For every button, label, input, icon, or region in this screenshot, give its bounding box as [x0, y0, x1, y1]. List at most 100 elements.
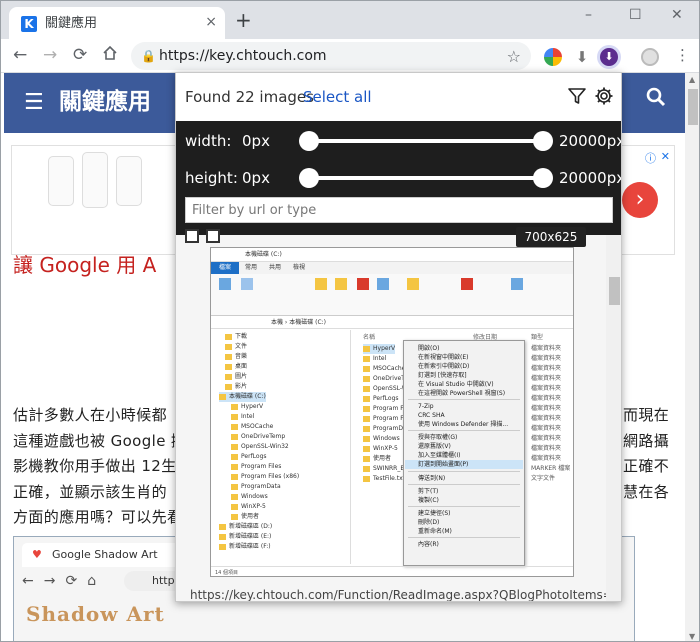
new-folder-icon	[407, 278, 419, 290]
size-filter-controls: width: 0px 20000px height: 0px 20000px	[176, 121, 621, 235]
context-menu-item: 授與存取權(G)	[418, 434, 458, 441]
ad-info-icon[interactable]: ⓘ	[645, 150, 656, 166]
menu-kebab-icon[interactable]: ⋮	[675, 45, 690, 65]
tab-close-icon[interactable]: ×	[205, 14, 217, 30]
tree-item: ProgramData	[231, 482, 281, 492]
filter-icon[interactable]	[567, 86, 587, 110]
scroll-up-icon[interactable]: ▲	[689, 75, 695, 84]
tree-item: 圖片	[225, 372, 247, 382]
context-menu-item: 釘選到開始畫面(P)	[405, 460, 523, 469]
file-type: 檔案資料夾	[531, 405, 562, 412]
back-icon[interactable]: ←	[13, 45, 27, 65]
hamburger-menu-icon[interactable]: ☰	[24, 91, 44, 115]
context-menu-item: 傳送到(N)	[418, 475, 446, 482]
site-title[interactable]: 關鍵應用	[59, 87, 151, 117]
popup-scroll-thumb[interactable]	[609, 277, 620, 305]
tree-item: OneDriveTemp	[231, 432, 285, 442]
paragraph-line: 正確不	[623, 457, 670, 475]
context-menu-item: 在 Visual Studio 中開啟(V)	[418, 381, 494, 388]
ad-close-icon[interactable]: ✕	[661, 150, 670, 163]
file-row: Intel	[363, 354, 386, 364]
embedded-nav-icons: ←→⟳⌂	[22, 573, 107, 589]
image-checkbox[interactable]	[206, 229, 220, 243]
context-menu-item: 內容(R)	[418, 541, 439, 548]
url-filter-input[interactable]	[185, 197, 613, 223]
search-icon[interactable]	[646, 87, 666, 112]
file-row: WinXP-5	[363, 444, 398, 454]
ad-arrow-button[interactable]: ›	[622, 182, 658, 218]
context-menu-item: 剪下(T)	[418, 488, 439, 495]
image-downloader-extension-icon[interactable]: ⬇	[600, 48, 618, 66]
tree-item: 新增磁碟區 (E:)	[219, 532, 271, 542]
file-type: 檔案資料夾	[531, 425, 562, 432]
download-icon[interactable]: ⬇	[573, 48, 591, 66]
browser-tab[interactable]: K 關鍵應用 ×	[9, 7, 225, 39]
image-thumbnail-explorer[interactable]: 本機磁碟 (C:) 檔案 常用 共用 檢視 本機 › 本機磁碟 (C:) 下載 …	[210, 247, 574, 577]
context-menu-item: 刪除(D)	[418, 519, 440, 526]
minimize-icon[interactable]: –	[585, 7, 592, 23]
width-slider-track[interactable]	[309, 139, 543, 143]
height-slider-track[interactable]	[309, 176, 543, 180]
explorer-tab: 常用	[245, 264, 258, 271]
tree-item: Windows	[231, 492, 268, 502]
context-menu-item: 在新視窗中開啟(E)	[418, 354, 469, 361]
height-min-value: 0px	[242, 169, 270, 187]
tree-item: 新增磁碟區 (D:)	[219, 522, 272, 532]
explorer-tab: 檔案	[211, 262, 240, 274]
file-type: 檔案資料夾	[531, 395, 562, 402]
select-all-link[interactable]: Select all	[303, 87, 372, 107]
shadow-art-heading: Shadow Art	[26, 602, 165, 626]
copy-icon	[241, 278, 253, 290]
image-checkbox[interactable]	[185, 229, 199, 243]
tree-item: OpenSSL-Win32	[231, 442, 289, 452]
bookmark-star-icon[interactable]: ☆	[507, 47, 521, 66]
context-menu-item: 複製(C)	[418, 497, 439, 504]
context-menu-item: 加入至媒體櫃(I)	[418, 452, 461, 459]
phone-image	[48, 156, 74, 206]
maximize-icon[interactable]: ☐	[629, 7, 642, 23]
scroll-thumb[interactable]	[688, 89, 698, 125]
width-label: width:	[185, 132, 232, 150]
browser-toolbar: ← → ⟳ 🔒 https://key.chtouch.com ☆ ⬇ ⬇ ⋮	[1, 39, 699, 73]
explorer-status-bar: 14 個項目	[211, 566, 573, 576]
new-tab-button[interactable]: +	[235, 10, 252, 30]
popup-scrollbar[interactable]	[606, 235, 621, 601]
paragraph-line: 慧在各	[623, 482, 670, 501]
reload-icon[interactable]: ⟳	[73, 45, 87, 65]
page-scrollbar[interactable]: ▲ ▼	[685, 73, 699, 641]
tree-item: 音樂	[225, 352, 247, 362]
move-icon	[315, 278, 327, 290]
tree-item: 桌面	[225, 362, 247, 372]
height-min-knob[interactable]	[299, 168, 319, 188]
tree-item: PerfLogs	[231, 452, 267, 462]
file-type: 檔案資料夾	[531, 365, 562, 372]
home-icon[interactable]	[102, 45, 118, 66]
file-type: 檔案資料夾	[531, 355, 562, 362]
height-max-knob[interactable]	[533, 168, 553, 188]
height-label: height:	[185, 169, 238, 187]
file-row: HyperV	[363, 344, 396, 354]
address-bar[interactable]: 🔒 https://key.chtouch.com ☆	[131, 42, 531, 70]
scroll-down-icon[interactable]: ▼	[689, 632, 695, 641]
tree-item: HyperV	[231, 402, 263, 412]
rename-icon	[377, 278, 389, 290]
width-max-knob[interactable]	[533, 131, 553, 151]
tree-item: 使用者	[231, 512, 259, 522]
explorer-address-bar: 本機 › 本機磁碟 (C:)	[211, 317, 573, 329]
explorer-ribbon	[211, 274, 573, 316]
close-window-icon[interactable]: ✕	[671, 7, 683, 23]
file-type: 檔案資料夾	[531, 345, 562, 352]
article-title: 讓 Google 用 A	[13, 253, 157, 277]
width-min-knob[interactable]	[299, 131, 319, 151]
forward-icon[interactable]: →	[43, 45, 57, 65]
context-menu-item: 7-Zip	[418, 403, 434, 410]
image-url[interactable]: https://key.chtouch.com/Function/ReadIma…	[190, 587, 621, 601]
profile-avatar[interactable]	[641, 48, 659, 66]
file-type: 檔案資料夾	[531, 455, 562, 462]
tree-item: 下載	[225, 332, 247, 342]
context-menu-item: 在新索引中開啟(D)	[418, 363, 470, 370]
gear-icon[interactable]	[594, 86, 614, 110]
extension-color-icon[interactable]	[544, 48, 562, 66]
image-downloader-popup: Found 22 images Select all width: 0px 20…	[175, 72, 622, 602]
tree-item: WinXP-5	[231, 502, 266, 512]
